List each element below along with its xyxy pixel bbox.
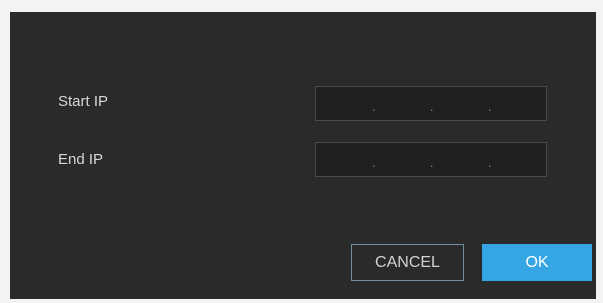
end-ip-field[interactable]: . . .: [315, 142, 547, 177]
start-ip-label: Start IP: [58, 93, 109, 110]
ip-separator: .: [430, 156, 434, 170]
ip-range-dialog: Start IP . . . End IP . . . CANCEL OK: [10, 12, 596, 299]
ip-separator: .: [430, 100, 434, 114]
end-ip-label: End IP: [58, 151, 104, 168]
ip-separator: .: [488, 100, 492, 114]
ip-separator: .: [488, 156, 492, 170]
start-ip-field[interactable]: . . .: [315, 86, 547, 121]
ok-button[interactable]: OK: [482, 244, 592, 281]
ip-separator: .: [372, 100, 376, 114]
cancel-button[interactable]: CANCEL: [351, 244, 464, 281]
ip-separator: .: [372, 156, 376, 170]
